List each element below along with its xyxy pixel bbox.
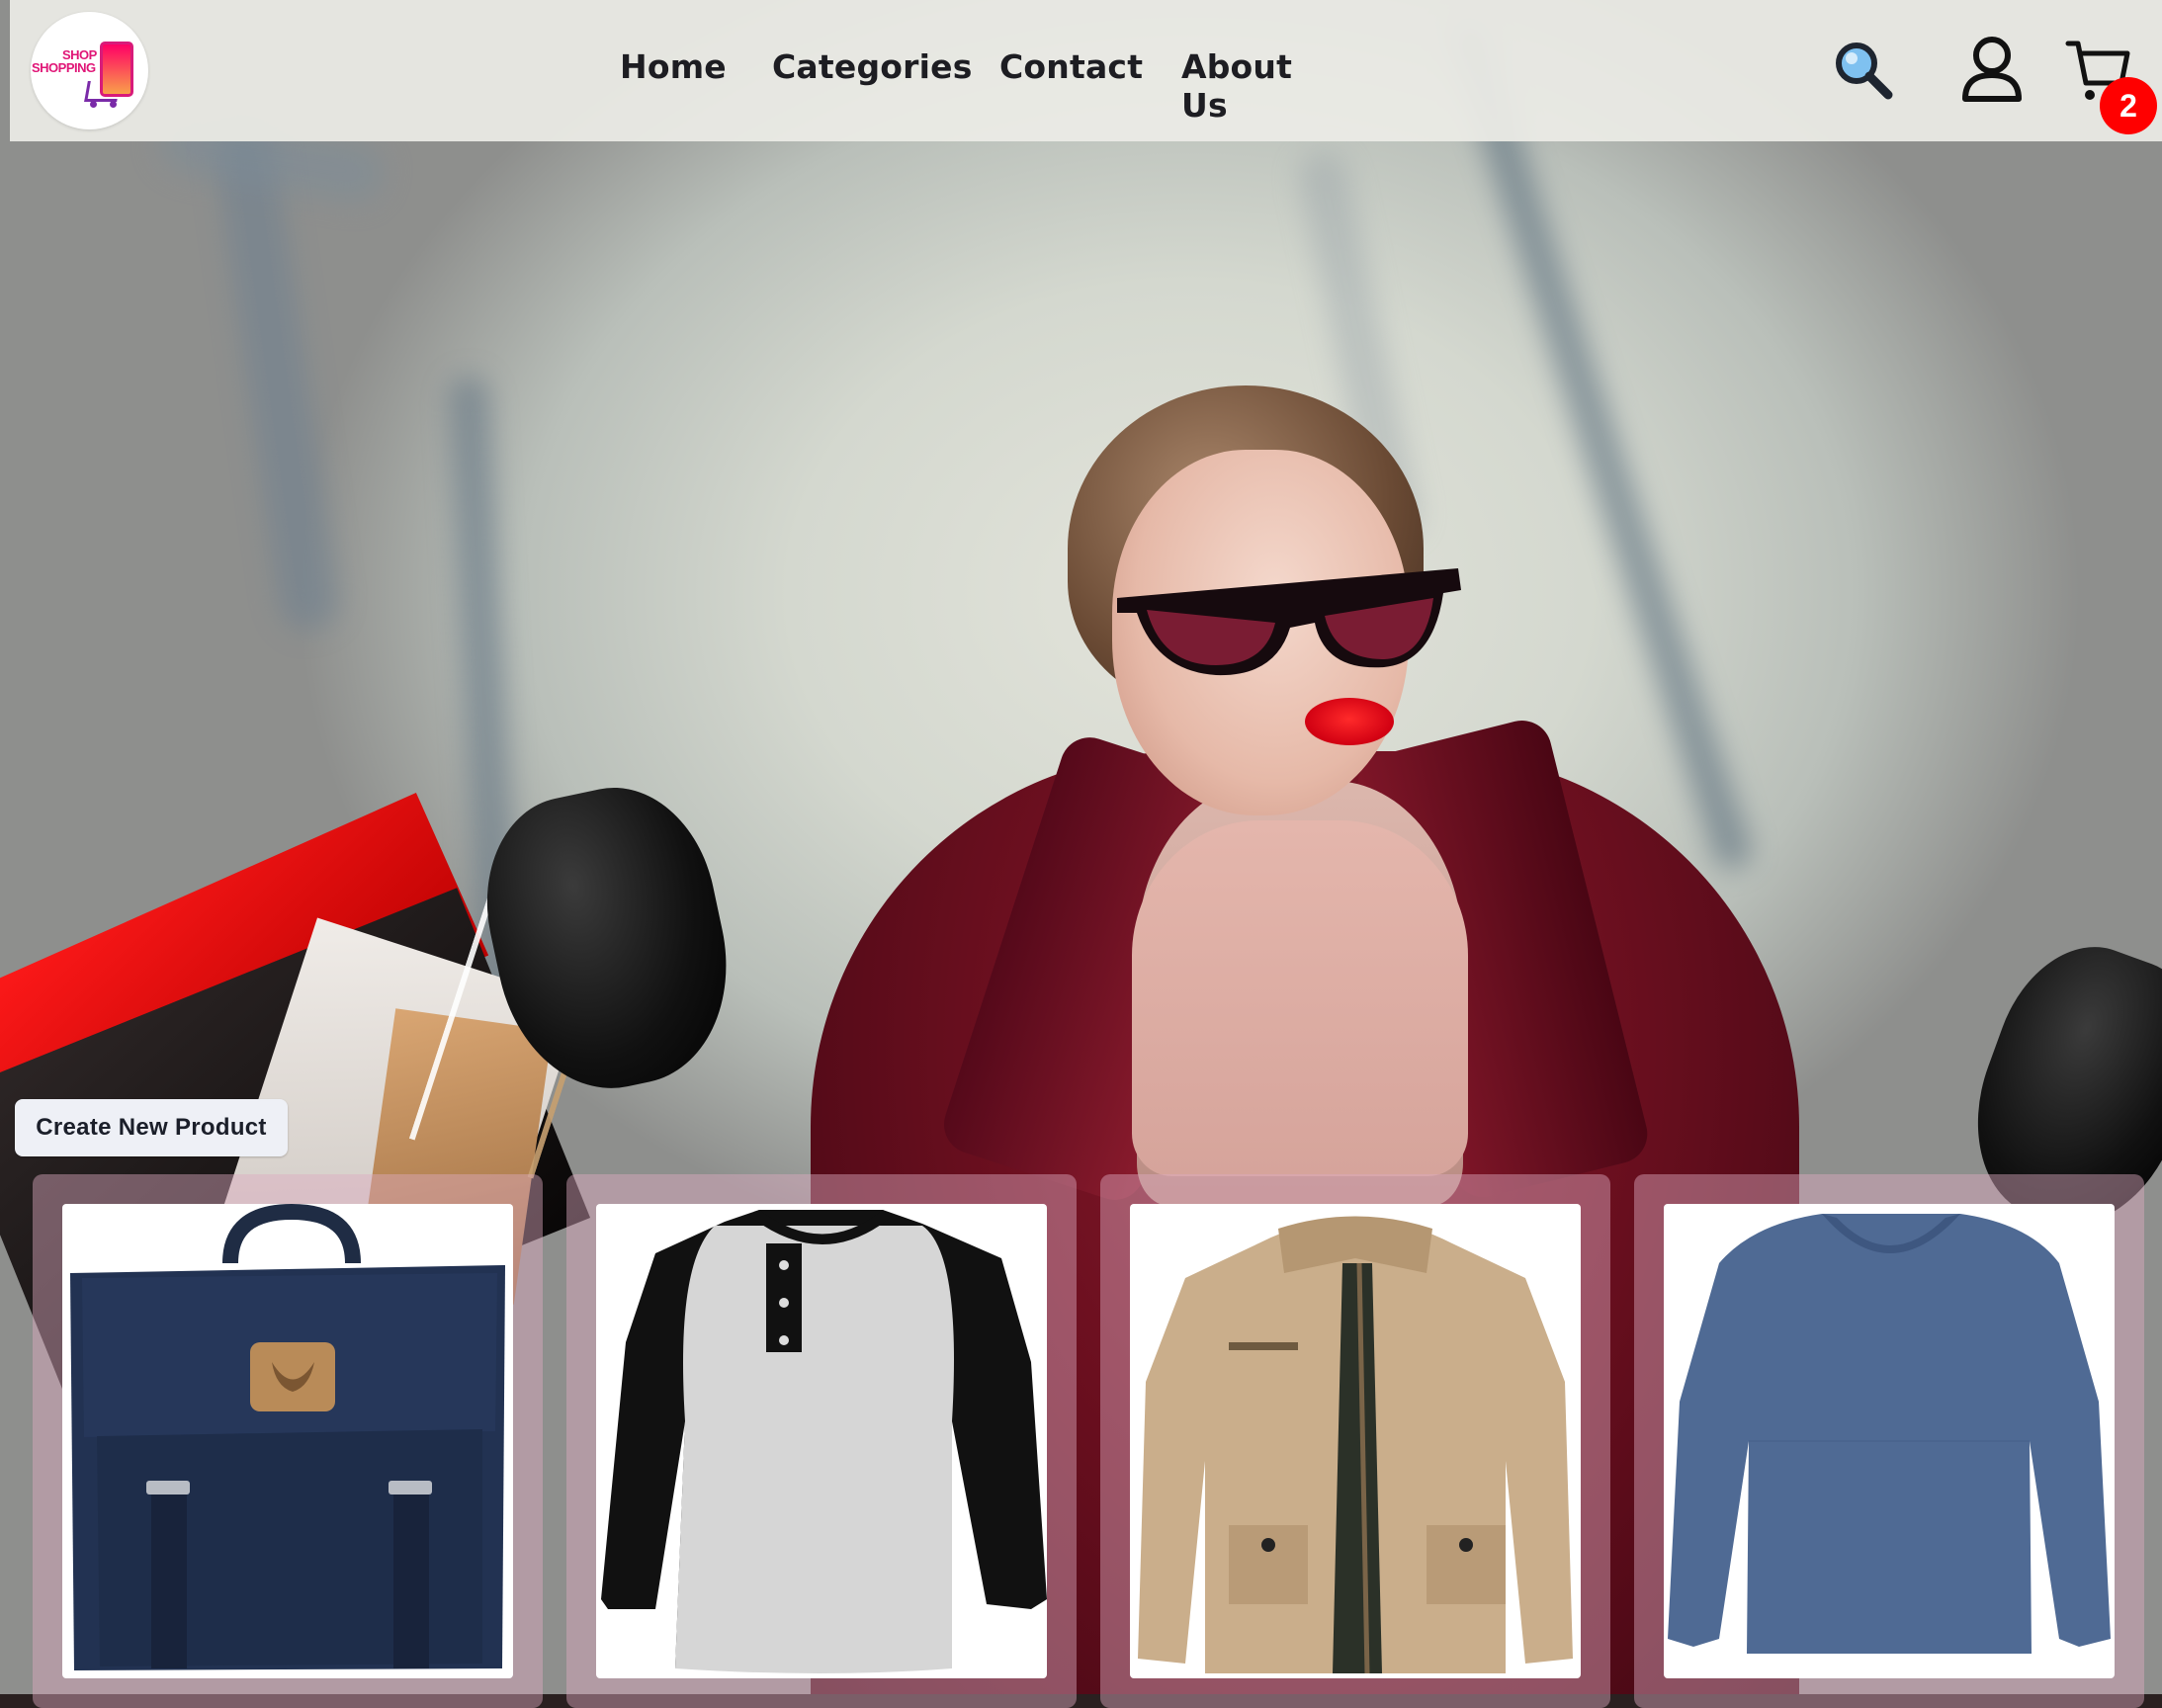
nav-home[interactable]: Home: [620, 47, 727, 86]
product-card[interactable]: [1100, 1174, 1610, 1708]
top-navbar: SHOP SHOPPING Home Categories Contact Ab…: [10, 0, 2162, 141]
search-icon[interactable]: [1829, 36, 1898, 105]
nav-categories[interactable]: Categories: [772, 47, 973, 86]
user-icon[interactable]: [1957, 36, 2027, 105]
logo-text-line2: SHOPPING: [32, 60, 96, 75]
product-card[interactable]: [1634, 1174, 2144, 1708]
nav-contact[interactable]: Contact: [999, 47, 1143, 86]
logo-cart-icon: [84, 81, 121, 102]
cart-count-badge: 2: [2100, 77, 2157, 134]
product-card[interactable]: [33, 1174, 543, 1708]
create-new-product-button[interactable]: Create New Product: [15, 1099, 288, 1156]
product-image-khaki-jacket[interactable]: [1130, 1204, 1581, 1678]
brand-logo[interactable]: SHOP SHOPPING: [31, 12, 148, 129]
product-image-blue-shirt[interactable]: [1664, 1204, 2115, 1678]
product-image-raglan-shirt[interactable]: [596, 1204, 1047, 1678]
product-card[interactable]: [566, 1174, 1077, 1708]
nav-about-us[interactable]: About Us: [1181, 47, 1292, 125]
product-image-backpack[interactable]: [62, 1204, 513, 1678]
